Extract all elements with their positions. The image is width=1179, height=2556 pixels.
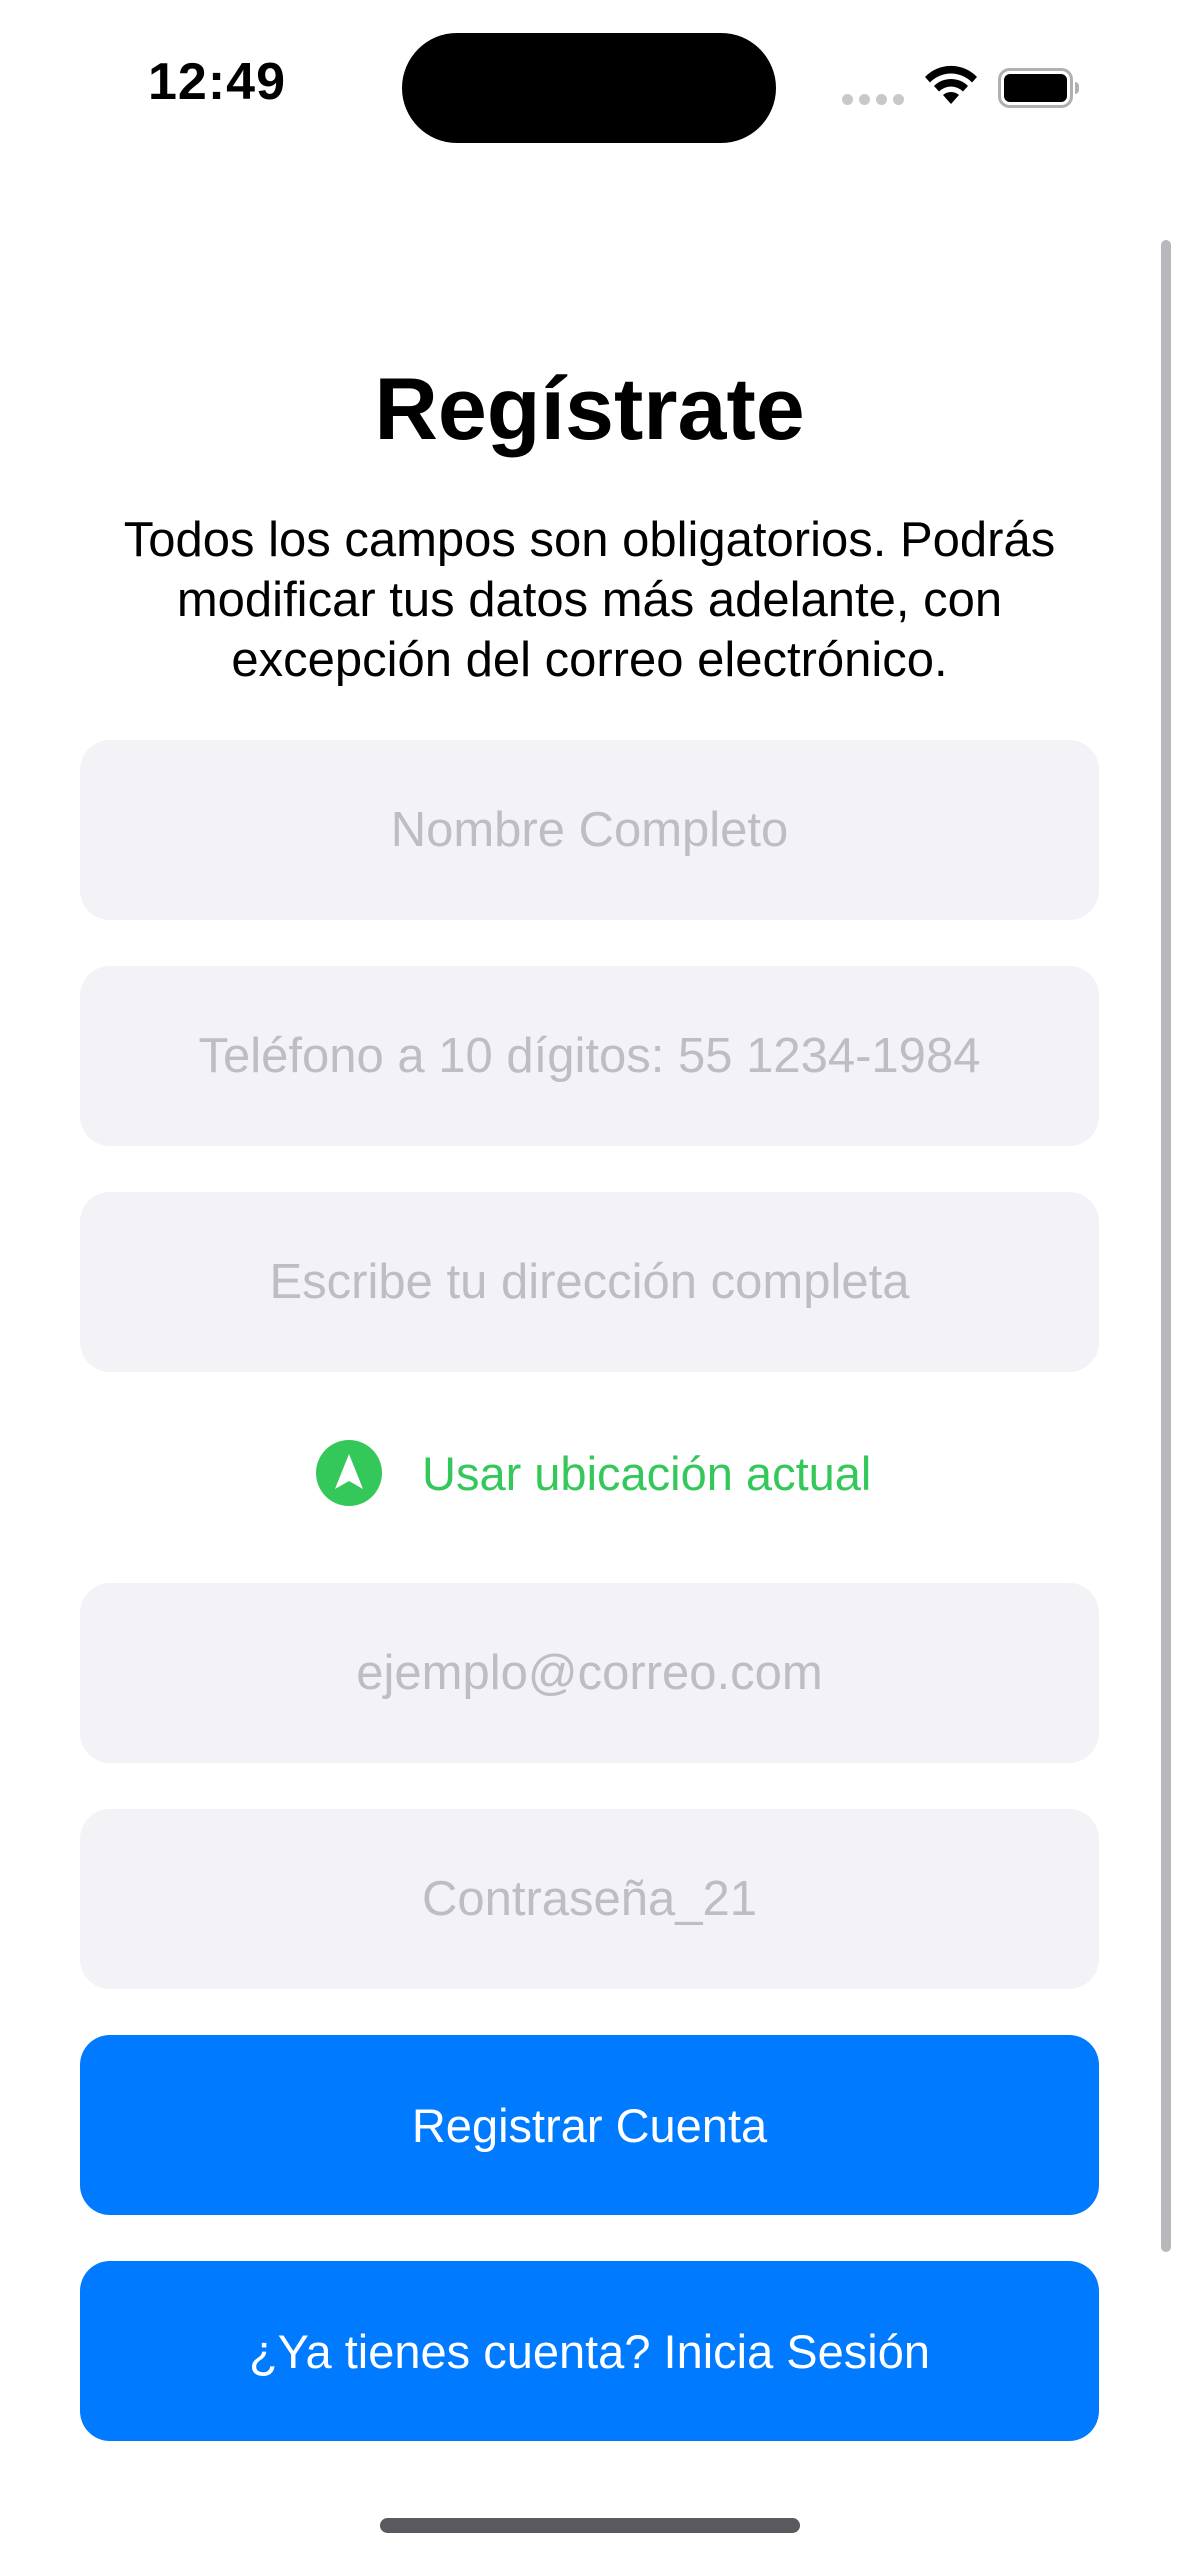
register-account-button[interactable]: Registrar Cuenta bbox=[80, 2035, 1099, 2215]
battery-icon bbox=[998, 68, 1079, 108]
scroll-indicator[interactable] bbox=[1161, 240, 1171, 2252]
location-arrow-icon bbox=[316, 1440, 382, 1506]
home-indicator[interactable] bbox=[380, 2518, 800, 2533]
login-link-button[interactable]: ¿Ya tienes cuenta? Inicia Sesión bbox=[80, 2261, 1099, 2441]
address-field[interactable] bbox=[80, 1192, 1099, 1372]
signal-dots-icon bbox=[842, 94, 904, 105]
use-current-location-label: Usar ubicación actual bbox=[422, 1446, 872, 1500]
email-field[interactable] bbox=[80, 1583, 1099, 1763]
full-name-field[interactable] bbox=[80, 740, 1099, 920]
wifi-icon bbox=[925, 65, 977, 104]
password-field[interactable] bbox=[80, 1809, 1099, 1989]
registration-screen: 12:49 Regístrate Todos los campos son ob… bbox=[0, 0, 1179, 2556]
phone-field[interactable] bbox=[80, 966, 1099, 1146]
page-subtitle: Todos los campos son obligatorios. Podrá… bbox=[123, 513, 1056, 687]
page-title: Regístrate bbox=[374, 359, 805, 458]
use-current-location-button[interactable]: Usar ubicación actual bbox=[316, 1438, 871, 1508]
status-bar-time: 12:49 bbox=[148, 53, 286, 111]
dynamic-island bbox=[402, 33, 776, 143]
